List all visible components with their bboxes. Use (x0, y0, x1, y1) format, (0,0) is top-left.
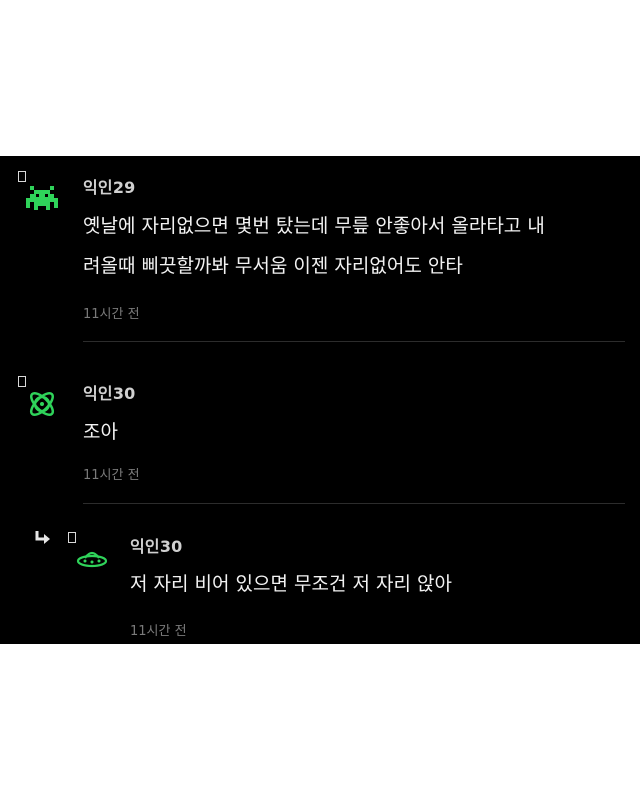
comment-item: 익인29 옛날에 자리없으면 몇번 탔는데 무릎 안좋아서 올라타고 내 려올때… (0, 156, 640, 342)
atom-icon[interactable] (24, 386, 60, 422)
comment-text: 옛날에 자리없으면 몇번 탔는데 무릎 안좋아서 올라타고 내 려올때 삐끗할까… (83, 215, 545, 277)
comment-author[interactable]: 익인30 (83, 380, 136, 404)
comment-timestamp: 11시간 전 (83, 468, 140, 483)
comment-author[interactable]: 익인30 (130, 533, 183, 557)
comment-text: 조아 (83, 421, 118, 443)
comment-panel: 익인29 옛날에 자리없으면 몇번 탔는데 무릎 안좋아서 올라타고 내 려올때… (0, 156, 640, 644)
comment-text: 저 자리 비어 있으면 무조건 저 자리 앉아 (130, 573, 452, 595)
comment-item: 익인30 조아 11시간 전 (0, 342, 640, 504)
reply-arrow-icon (34, 530, 52, 546)
reply-item: 익인30 저 자리 비어 있으면 무조건 저 자리 앉아 11시간 전 (0, 504, 640, 644)
pixel-invader-icon[interactable] (24, 180, 60, 216)
ufo-icon[interactable] (74, 542, 110, 578)
comment-timestamp: 11시간 전 (130, 624, 187, 639)
comment-timestamp: 11시간 전 (83, 307, 140, 322)
comment-author[interactable]: 익인29 (83, 174, 136, 198)
